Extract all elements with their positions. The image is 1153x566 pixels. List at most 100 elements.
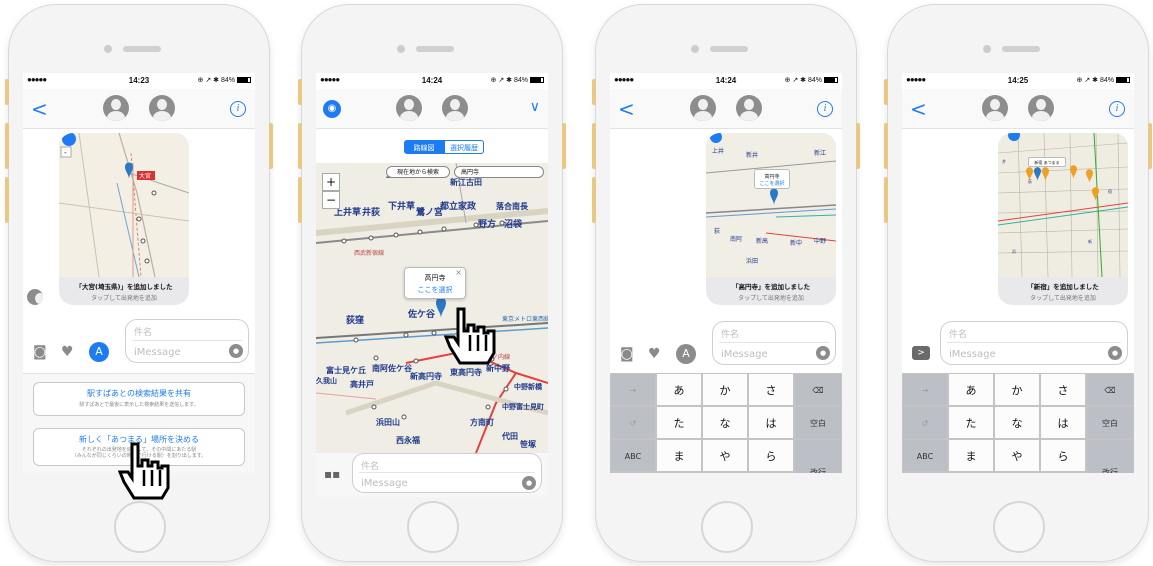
- keyboard-key[interactable]: あ: [656, 373, 702, 406]
- app-drawer-icon[interactable]: ▪▪: [324, 467, 340, 481]
- keyboard-key[interactable]: 🎙: [902, 472, 948, 473]
- popup-select-link[interactable]: ここを選択: [405, 285, 465, 295]
- avatar[interactable]: [149, 95, 175, 121]
- keyboard-key[interactable]: な: [702, 406, 748, 439]
- keyboard-key[interactable]: ^^: [948, 472, 994, 473]
- close-icon[interactable]: ×: [455, 268, 462, 277]
- screen-1: ●●●●● 14:23 ⊕ ↗ ✱ 84% < i 大宮 - 「大宮(埼玉県)」…: [23, 73, 255, 473]
- keyboard-key[interactable]: か: [994, 373, 1040, 406]
- tab-history[interactable]: 選択履歴: [444, 140, 484, 154]
- keyboard-key[interactable]: ^^: [656, 472, 702, 473]
- keyboard-key[interactable]: ⌫: [794, 373, 842, 406]
- keyboard-key[interactable]: 、。?!: [1040, 472, 1086, 473]
- home-button[interactable]: [701, 501, 753, 553]
- keyboard-key[interactable]: 改行: [1086, 439, 1134, 473]
- keyboard-key[interactable]: わ: [994, 472, 1040, 473]
- keyboard-key[interactable]: ⌫: [1086, 373, 1134, 406]
- digital-touch-icon[interactable]: ♥: [61, 344, 74, 360]
- keyboard-key[interactable]: や: [994, 439, 1040, 472]
- message-input[interactable]: 件名 iMessage ●: [352, 453, 542, 493]
- status-bar: ●●●●● 14:24 ⊕ ↗ ✱ 84%: [610, 73, 842, 89]
- keyboard-key[interactable]: は: [748, 406, 794, 439]
- keyboard-key[interactable]: か: [702, 373, 748, 406]
- keyboard-key[interactable]: は: [1040, 406, 1086, 439]
- station-search-field[interactable]: 高円寺: [454, 166, 544, 178]
- info-icon[interactable]: i: [817, 101, 833, 117]
- keyboard-key[interactable]: 改行: [794, 439, 842, 473]
- nav-bar: < i: [610, 89, 842, 129]
- home-button[interactable]: [993, 501, 1045, 553]
- app-store-icon[interactable]: A: [89, 342, 109, 362]
- avatar[interactable]: [982, 95, 1008, 121]
- keyboard-key[interactable]: た: [656, 406, 702, 439]
- avatar[interactable]: [396, 95, 422, 121]
- keyboard-key[interactable]: 、。?!: [748, 472, 794, 473]
- keyboard-key[interactable]: ま: [656, 439, 702, 472]
- home-button[interactable]: [114, 501, 166, 553]
- keyboard-key[interactable]: わ: [702, 472, 748, 473]
- map-message-bubble[interactable]: 井荻野 新宿浜 新宿 あつまる 「新宿」を追加しました タップして出発地を追加: [998, 133, 1128, 305]
- svg-text:中野富士見町: 中野富士見町: [502, 402, 544, 411]
- app-logo-icon[interactable]: ◉: [323, 100, 341, 118]
- home-button[interactable]: [407, 501, 459, 553]
- chevron-down-icon[interactable]: ∨: [530, 99, 540, 115]
- svg-text:新江: 新江: [814, 149, 826, 157]
- avatar[interactable]: [442, 95, 468, 121]
- app-store-icon[interactable]: A: [676, 344, 696, 364]
- microphone-icon[interactable]: ●: [229, 344, 243, 358]
- message-input[interactable]: 件名 iMessage ●: [125, 319, 249, 363]
- tab-route[interactable]: 路線図: [404, 140, 444, 154]
- back-button[interactable]: <: [910, 97, 927, 121]
- avatar[interactable]: [690, 95, 716, 121]
- avatar[interactable]: [736, 95, 762, 121]
- digital-touch-icon[interactable]: ♥: [648, 346, 661, 362]
- microphone-icon[interactable]: ●: [816, 346, 830, 360]
- keyboard-key[interactable]: →: [902, 373, 948, 406]
- keyboard-key[interactable]: な: [994, 406, 1040, 439]
- keyboard-key[interactable]: ら: [748, 439, 794, 472]
- battery-icon: [530, 77, 544, 84]
- keyboard-key[interactable]: さ: [748, 373, 794, 406]
- zoom-out-button[interactable]: −: [322, 191, 340, 209]
- map-thumbnail: 井荻野 新宿浜 新宿 あつまる: [998, 133, 1128, 277]
- keyboard-key[interactable]: ABC: [610, 439, 656, 472]
- keyboard-key[interactable]: ↺: [610, 406, 656, 439]
- back-button[interactable]: <: [31, 97, 48, 121]
- battery-icon: [824, 77, 838, 84]
- zoom-in-button[interactable]: +: [322, 173, 340, 191]
- keyboard-key[interactable]: ま: [948, 439, 994, 472]
- keyboard-key[interactable]: ABC: [902, 439, 948, 472]
- keyboard-key[interactable]: さ: [1040, 373, 1086, 406]
- avatar[interactable]: [103, 95, 129, 121]
- search-current-location-button[interactable]: 現在地から検索: [386, 166, 450, 178]
- keyboard-key[interactable]: 🎙: [610, 472, 656, 473]
- message-placeholder: iMessage: [361, 478, 408, 489]
- microphone-icon[interactable]: ●: [1108, 346, 1122, 360]
- expand-icon[interactable]: >: [912, 346, 930, 360]
- keyboard-key[interactable]: あ: [948, 373, 994, 406]
- map-message-bubble[interactable]: 大宮 - 「大宮(埼玉県)」を追加しました タップして出発地を追加: [59, 133, 189, 305]
- keyboard-key[interactable]: 空白: [794, 406, 842, 439]
- keyboard-key[interactable]: →: [610, 373, 656, 406]
- avatar[interactable]: [1028, 95, 1054, 121]
- camera-icon[interactable]: ◙: [620, 346, 634, 362]
- keyboard-key[interactable]: ら: [1040, 439, 1086, 472]
- microphone-icon[interactable]: ●: [522, 476, 536, 490]
- info-icon[interactable]: i: [1109, 101, 1125, 117]
- compose-row: ▪▪ 件名 iMessage ●: [316, 453, 548, 497]
- camera-icon[interactable]: ◙: [33, 344, 47, 360]
- message-input[interactable]: 件名 iMessage ●: [940, 321, 1128, 365]
- share-search-button[interactable]: 駅すぱあとの検索結果を共有 駅すぱあとで最後に表示した検索結果を送信します。: [33, 382, 245, 416]
- map-message-bubble[interactable]: 上井 新井 新江 荻南阿 新高 新中 中野 浜田 高円寺 ここを選択 「高円寺」を追加しま…: [706, 133, 836, 305]
- route-map[interactable]: 上見台 新江古田 落合南長 上井草 井荻 下井草 鷺ノ宮 都立家政 野方 沼袋 …: [316, 163, 548, 453]
- message-input[interactable]: 件名 iMessage ●: [712, 321, 836, 365]
- back-button[interactable]: <: [618, 97, 635, 121]
- svg-text:新高: 新高: [756, 237, 768, 245]
- keyboard-key[interactable]: 空白: [1086, 406, 1134, 439]
- station-popup[interactable]: 高円寺 ここを選択 ×: [404, 267, 466, 299]
- keyboard-key[interactable]: や: [702, 439, 748, 472]
- keyboard-key[interactable]: た: [948, 406, 994, 439]
- info-icon[interactable]: i: [230, 101, 246, 117]
- message-placeholder: iMessage: [134, 347, 181, 358]
- keyboard-key[interactable]: ↺: [902, 406, 948, 439]
